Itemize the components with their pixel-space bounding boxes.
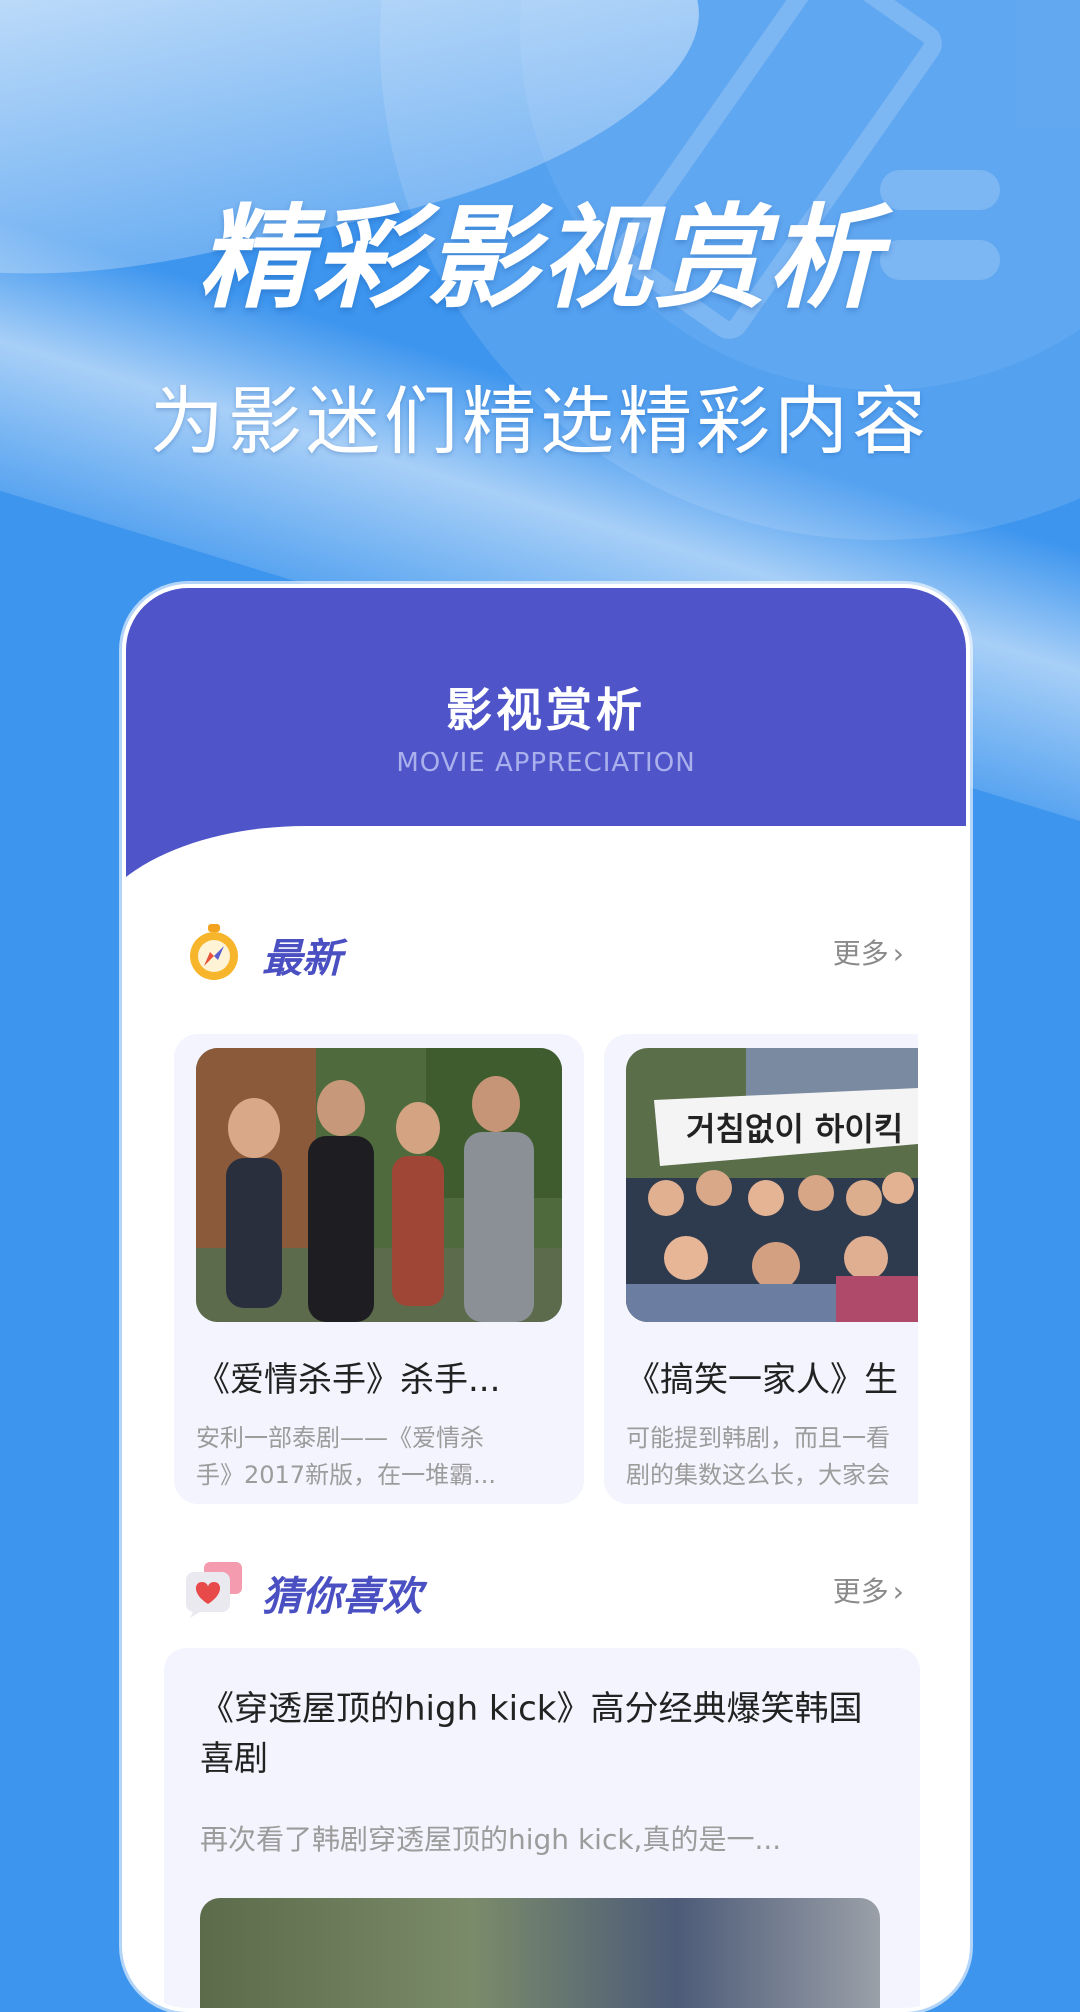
recommend-section-header: 猜你喜欢 更多 ›: [184, 1554, 904, 1634]
recommend-item-thumbnail: [200, 1898, 880, 2008]
more-label: 更多: [832, 1575, 889, 1608]
drama-poster-image: [196, 1048, 562, 1322]
recommend-list-item[interactable]: 《穿透屋顶的high kick》高分经典爆笑韩国喜剧 再次看了韩剧穿透屋顶的hi…: [164, 1648, 920, 2008]
card-description: 可能提到韩剧，而且一看 剧的集数这么长，大家会: [626, 1420, 918, 1494]
card-description: 安利一部泰剧——《爱情杀 手》2017新版，在一堆霸...: [196, 1420, 526, 1494]
recommend-section-title: 猜你喜欢: [262, 1574, 422, 1620]
app-header-title: 影视赏析: [446, 683, 646, 737]
heart-message-icon: [186, 1562, 242, 1618]
card-title: 《爱情杀手》杀手...: [196, 1360, 501, 1400]
stopwatch-icon: [190, 924, 238, 980]
card-thumbnail: [196, 1048, 562, 1322]
recommend-item-title: 《穿透屋顶的high kick》高分经典爆笑韩国喜剧: [200, 1689, 863, 1779]
chevron-right-icon: ›: [892, 937, 904, 970]
drama-poster-image: 거침없이 하이킥: [626, 1048, 918, 1322]
phone-mockup: 影视赏析 MOVIE APPRECIATION 最新 更多 › 《爱情杀手》杀手…: [122, 584, 970, 2012]
card-thumbnail: 거침없이 하이킥: [626, 1048, 918, 1322]
latest-card[interactable]: 《爱情杀手》杀手... 安利一部泰剧——《爱情杀 手》2017新版，在一堆霸..…: [174, 1034, 584, 1504]
app-header-subtitle: MOVIE APPRECIATION: [396, 748, 696, 778]
card-desc-line: 手》2017新版，在一堆霸...: [196, 1461, 496, 1489]
chevron-right-icon: ›: [892, 1575, 904, 1608]
card-desc-line: 安利一部泰剧——《爱情杀: [196, 1424, 484, 1452]
card-desc-line: 可能提到韩剧，而且一看: [626, 1424, 890, 1452]
more-label: 更多: [832, 937, 889, 970]
latest-section-header: 最新 更多 ›: [184, 916, 904, 996]
latest-section-title: 最新: [262, 936, 342, 982]
card-desc-line: 剧的集数这么长，大家会: [626, 1461, 890, 1489]
latest-more-link[interactable]: 更多 ›: [833, 932, 904, 972]
recommend-item-description: 再次看了韩剧穿透屋顶的high kick,真的是一...: [200, 1823, 782, 1856]
promo-headline: 精彩影视赏析: [198, 194, 882, 324]
recommend-more-link[interactable]: 更多 ›: [833, 1570, 904, 1610]
card-title: 《搞笑一家人》生: [626, 1360, 898, 1400]
poster-banner-text: 거침없이 하이킥: [686, 1110, 903, 1148]
promo-subheadline: 为影迷们精选精彩内容: [150, 379, 930, 465]
latest-card[interactable]: 거침없이 하이킥 《搞笑一家人》生 可能提到韩剧，而且一看 剧的集数这么长，大家…: [604, 1034, 918, 1504]
